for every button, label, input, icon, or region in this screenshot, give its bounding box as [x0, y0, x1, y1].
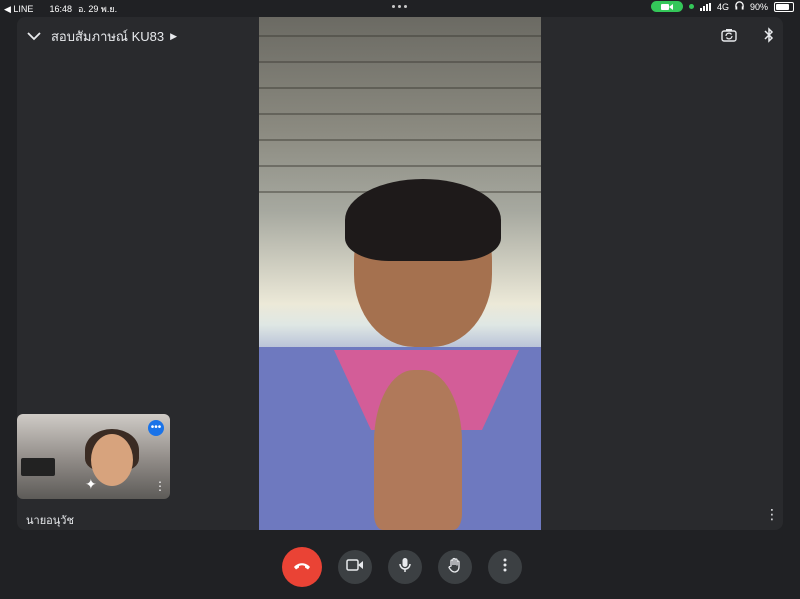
- self-face: [91, 434, 133, 486]
- video-camera-icon: [346, 558, 364, 576]
- status-right: 4G 90%: [650, 1, 794, 12]
- raise-hand-button[interactable]: [438, 550, 472, 584]
- camera-in-use-icon: [650, 1, 683, 12]
- participant-hands: [374, 370, 462, 530]
- cellular-signal-icon: [699, 2, 711, 11]
- camera-switch-icon[interactable]: [719, 25, 739, 45]
- end-call-button[interactable]: [282, 547, 322, 587]
- privacy-indicator-icon: [688, 4, 694, 9]
- caret-right-icon[interactable]: ▶: [170, 31, 177, 42]
- status-left: ◀ LINE 16:48 อ. 29 พ.ย.: [4, 2, 117, 16]
- background-monitor: [21, 458, 55, 476]
- main-participant-video[interactable]: [259, 17, 541, 530]
- status-bar: ◀ LINE 16:48 อ. 29 พ.ย. 4G 90%: [0, 0, 800, 14]
- network-type: 4G: [716, 1, 729, 12]
- sparkle-effects-icon[interactable]: ✦: [85, 476, 97, 493]
- bluetooth-icon[interactable]: [759, 25, 779, 45]
- more-vertical-icon[interactable]: ⋮: [154, 479, 166, 493]
- more-options-button[interactable]: [488, 550, 522, 584]
- meeting-title[interactable]: สอบสัมภาษณ์ KU83: [51, 26, 164, 47]
- phone-hangup-icon: [293, 558, 311, 576]
- battery-percent: 90%: [749, 1, 768, 12]
- microphone-icon: [399, 557, 411, 578]
- call-controls: [282, 547, 522, 587]
- back-to-app-link[interactable]: ◀ LINE: [4, 4, 33, 15]
- stage-more-icon[interactable]: ⋮: [765, 506, 779, 523]
- camera-toggle-button[interactable]: [338, 550, 372, 584]
- headphones-icon: [735, 1, 744, 12]
- meeting-stage: สอบสัมภาษณ์ KU83 ▶ ••• ✦ ⋮ นายอนุวัช ⋮: [17, 17, 783, 530]
- chevron-down-icon[interactable]: [27, 28, 41, 46]
- hand-icon: [448, 557, 462, 578]
- more-vertical-icon: [503, 558, 507, 577]
- battery-icon: [774, 1, 794, 12]
- multitasking-dots[interactable]: [392, 5, 407, 8]
- status-time: 16:48: [49, 4, 72, 14]
- top-actions: [719, 25, 779, 45]
- more-horizontal-icon[interactable]: •••: [148, 420, 164, 436]
- status-date: อ. 29 พ.ย.: [77, 4, 118, 14]
- participant-name: นายอนุวัช: [26, 515, 74, 527]
- participant-hair: [345, 179, 501, 261]
- self-view-tile[interactable]: ••• ✦ ⋮: [17, 414, 170, 499]
- microphone-toggle-button[interactable]: [388, 550, 422, 584]
- meeting-header: สอบสัมภาษณ์ KU83 ▶: [27, 26, 177, 47]
